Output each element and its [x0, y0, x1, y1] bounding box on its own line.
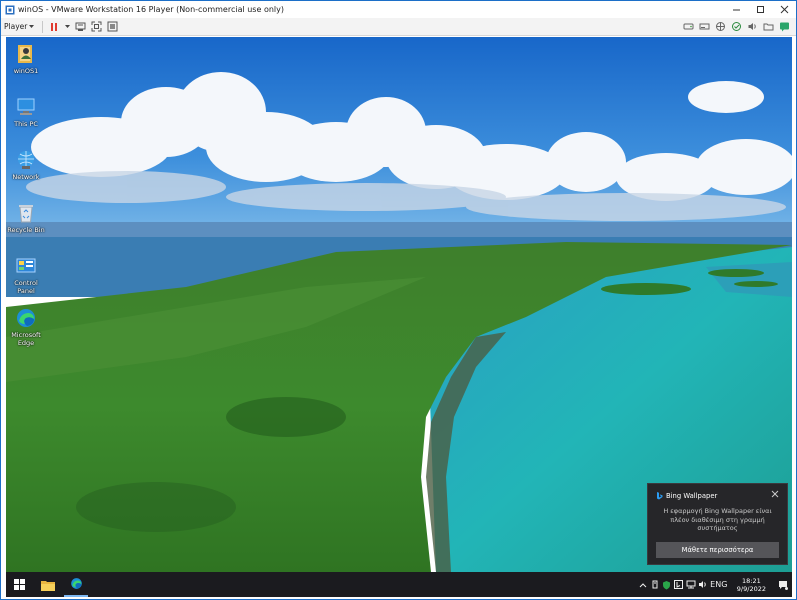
- bing-logo-icon: [657, 491, 663, 499]
- computer-icon: [17, 98, 35, 115]
- cd-drive-icon: [699, 23, 709, 30]
- action-center-button[interactable]: [774, 572, 792, 597]
- usb-icon: [652, 580, 658, 588]
- clock-date: 9/9/2022: [736, 584, 766, 593]
- folder-icon: [763, 23, 773, 31]
- minimize-icon: [732, 9, 740, 11]
- learn-more-button[interactable]: Μάθετε περισσότερα: [656, 542, 779, 558]
- language-label: ENG: [710, 580, 728, 589]
- unity-icon: [107, 21, 118, 32]
- shared-folder-device[interactable]: [761, 20, 775, 34]
- message-icon: [779, 22, 789, 32]
- notification-header: Bing Wallpaper: [648, 484, 787, 501]
- notification-app-name: Bing Wallpaper: [666, 491, 718, 500]
- sound-device[interactable]: [745, 20, 759, 34]
- chevron-up-icon: [639, 582, 647, 587]
- tray-volume-icon[interactable]: [697, 572, 709, 597]
- toolbar-divider: [42, 20, 44, 33]
- desktop-icon-control-panel[interactable]: Control Panel: [6, 255, 46, 295]
- tray-overflow-button[interactable]: [637, 572, 649, 597]
- tray-security-icon[interactable]: [661, 572, 673, 597]
- fullscreen-icon: [91, 21, 102, 32]
- windows-logo-icon: [13, 579, 25, 590]
- control-panel-icon: [16, 258, 36, 273]
- usb-icon: [731, 22, 741, 31]
- chevron-down-icon: [29, 25, 35, 28]
- tray-bing-icon[interactable]: [673, 572, 685, 597]
- network-adapter-icon: [715, 22, 725, 31]
- maximize-icon: [756, 6, 764, 13]
- chevron-down-icon: [64, 25, 70, 28]
- player-toolbar: Player: [1, 18, 796, 36]
- vmware-app-icon: [5, 5, 15, 14]
- pause-icon: [51, 22, 58, 31]
- close-button[interactable]: [772, 1, 796, 18]
- recycle-bin-icon: [19, 205, 33, 223]
- speaker-icon: [748, 23, 756, 30]
- hard-disk-icon: [683, 23, 693, 30]
- taskbar: ENG 18:21 9/9/2022: [6, 572, 792, 597]
- tray-network-icon[interactable]: [685, 572, 697, 597]
- desktop-icon-recycle-bin[interactable]: Recycle Bin: [6, 202, 46, 234]
- cd-drive-device[interactable]: [697, 20, 711, 34]
- fullscreen-button[interactable]: [89, 20, 103, 34]
- desktop-icon-label: This PC: [14, 120, 38, 128]
- title-bar[interactable]: winOS - VMware Workstation 16 Player (No…: [1, 1, 796, 18]
- notification-message: Η εφαρμογή Bing Wallpaper είναι πλέον δι…: [663, 507, 772, 532]
- bing-logo-icon: [674, 580, 684, 589]
- window-title: winOS - VMware Workstation 16 Player (No…: [18, 5, 284, 14]
- tray-usb-icon[interactable]: [649, 572, 661, 597]
- system-tray: ENG 18:21 9/9/2022: [637, 572, 792, 597]
- notification-close-button[interactable]: [771, 490, 779, 501]
- pause-dropdown-button[interactable]: [63, 20, 71, 34]
- start-button[interactable]: [6, 572, 32, 597]
- close-icon: [771, 490, 779, 498]
- desktop-icon-label: Control Panel: [14, 279, 38, 295]
- device-icons: [680, 20, 796, 34]
- file-explorer-icon: [41, 580, 55, 591]
- pause-button[interactable]: [47, 20, 61, 34]
- player-menu-label: Player: [4, 22, 28, 31]
- taskbar-clock[interactable]: 18:21 9/9/2022: [729, 577, 774, 593]
- vm-display[interactable]: winOS1 This PC Network Recycle Bin Contr…: [6, 37, 792, 597]
- desktop-icon-label: Microsoft Edge: [11, 331, 41, 347]
- speaker-icon: [698, 581, 706, 588]
- maximize-button[interactable]: [748, 1, 772, 18]
- shield-icon: [663, 580, 671, 589]
- notification-icon: [779, 580, 788, 590]
- desktop-icon-label: winOS1: [13, 67, 39, 75]
- desktop-icon-microsoft-edge[interactable]: Microsoft Edge: [6, 307, 46, 347]
- language-indicator[interactable]: ENG: [709, 572, 729, 597]
- desktop-icon-label: Network: [12, 173, 40, 181]
- bing-wallpaper-notification[interactable]: Bing Wallpaper Η εφαρμογή Bing Wallpaper…: [647, 483, 788, 565]
- user-folder-icon: [18, 45, 32, 63]
- send-ctrl-alt-del-button[interactable]: [73, 20, 87, 34]
- network-adapter-device[interactable]: [713, 20, 727, 34]
- desktop-icon-network[interactable]: Network: [6, 149, 46, 181]
- hard-disk-device[interactable]: [681, 20, 695, 34]
- ctrl-alt-del-icon: [75, 22, 86, 31]
- desktop-icon-label: Recycle Bin: [7, 226, 45, 234]
- desktop-icon-this-pc[interactable]: This PC: [6, 96, 46, 128]
- vmware-window: winOS - VMware Workstation 16 Player (No…: [0, 0, 797, 600]
- minimize-button[interactable]: [724, 1, 748, 18]
- close-icon: [780, 5, 788, 14]
- network-icon: [686, 580, 696, 589]
- edge-icon: [70, 578, 82, 589]
- unity-button[interactable]: [105, 20, 119, 34]
- player-menu[interactable]: Player: [1, 18, 39, 36]
- taskbar-file-explorer[interactable]: [36, 572, 60, 597]
- message-log-button[interactable]: [777, 20, 791, 34]
- clock-time: 18:21: [742, 576, 761, 585]
- taskbar-microsoft-edge[interactable]: [64, 572, 88, 597]
- desktop-icon-user-folder[interactable]: winOS1: [6, 43, 46, 75]
- usb-device[interactable]: [729, 20, 743, 34]
- network-icon: [18, 151, 34, 169]
- edge-icon: [17, 309, 35, 327]
